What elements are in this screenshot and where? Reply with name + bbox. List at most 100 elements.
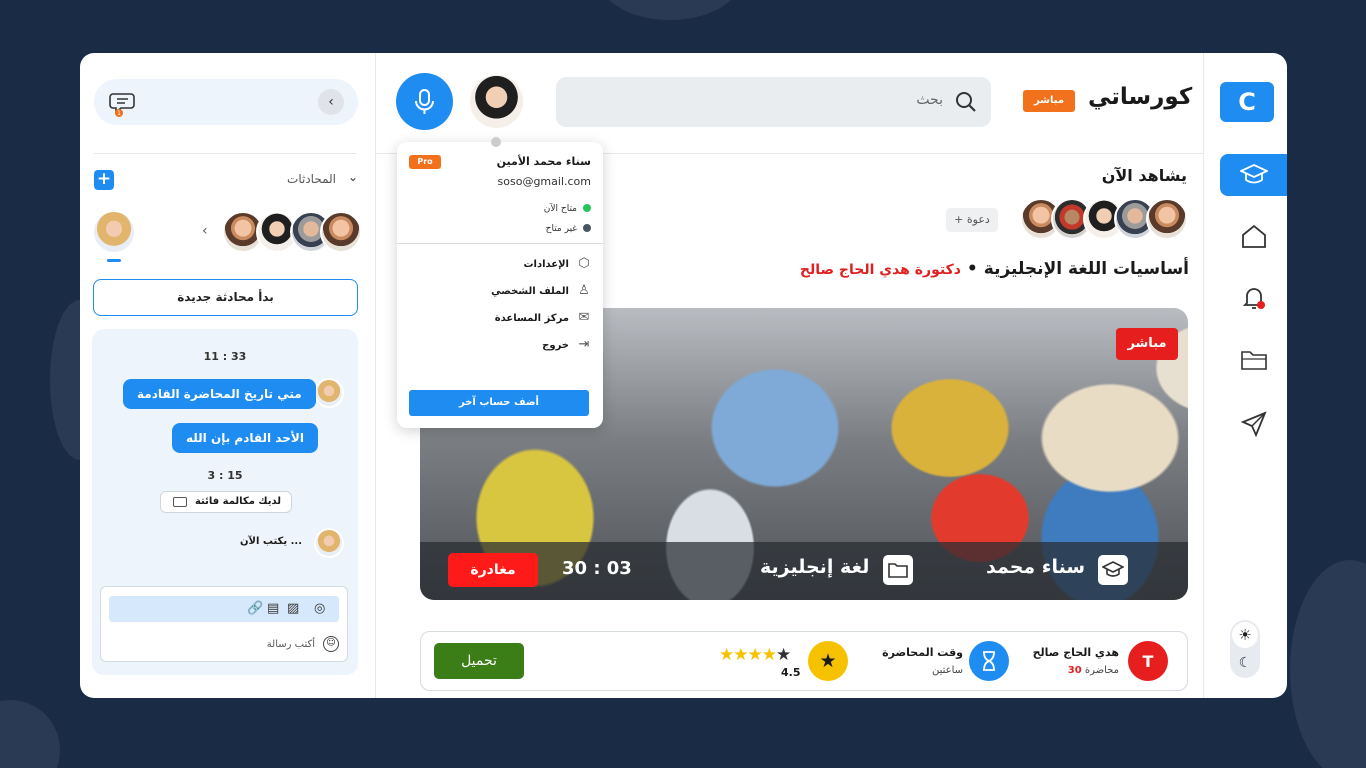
right-sidebar: C ☀ ☾ (1203, 53, 1287, 698)
status-unavailable[interactable]: غير متاح (546, 224, 591, 234)
conversations-header: + المحادثات ⌄ (94, 170, 358, 192)
profile-dropdown: Pro سناء محمد الأمين soso@gmail.com متاح… (397, 137, 603, 428)
star: ★ (719, 645, 734, 665)
avatar (314, 528, 344, 558)
profile-name: سناء محمد الأمين (496, 155, 591, 168)
star: ★ (761, 645, 777, 665)
paperclip-icon[interactable]: 🔗 (247, 601, 263, 616)
teacher-name[interactable]: هدي الحاج صالح (1021, 646, 1119, 659)
course-title: أساسيات اللغة الإنجليزية• دكتورة هدي الحا… (800, 259, 1189, 279)
dropdown-anchor (491, 137, 501, 147)
bell-icon (1242, 288, 1266, 309)
chat-header: 1 ‹ (94, 79, 358, 125)
attachment-toolbar: 🔗 ▤ ▨ ◎ (109, 596, 339, 622)
menu-item-logout[interactable]: خروج ⇥ (542, 337, 593, 352)
search-input[interactable]: بحث (916, 92, 943, 108)
sun-icon[interactable]: ☀ (1232, 622, 1258, 648)
star-icon: ★ (808, 641, 848, 681)
theme-toggle[interactable]: ☀ ☾ (1230, 620, 1260, 678)
lectures-label: محاضرة (1084, 665, 1119, 676)
microphone-button[interactable] (396, 73, 453, 130)
conversation-avatar[interactable] (320, 211, 362, 253)
instagram-icon[interactable]: ◎ (314, 601, 325, 616)
subject-label: لغة إنجليزية (760, 556, 870, 578)
invite-button[interactable]: + دعوة (946, 208, 998, 232)
teacher-name[interactable]: دكتورة هدي الحاج صالح (800, 262, 961, 278)
new-chat-button[interactable]: بدأ محادثة جديدة (93, 279, 358, 316)
conversations-label: المحادثات (287, 172, 336, 186)
emoji-icon[interactable]: ☺ (323, 636, 339, 652)
message-input[interactable]: أكتب رسالة (267, 639, 315, 650)
menu-item-settings[interactable]: الإعدادات ⬡ (523, 256, 593, 271)
nav-notifications[interactable] (1220, 277, 1287, 319)
bg-decoration (600, 0, 740, 20)
search-bar[interactable]: بحث (556, 77, 991, 127)
avatar-selected[interactable] (92, 210, 136, 254)
status-available[interactable]: متاح الآن (544, 204, 591, 214)
video-timer: 30 : 03 (562, 558, 632, 579)
app-logo[interactable]: C (1220, 82, 1274, 122)
course-name: أساسيات اللغة الإنجليزية (983, 259, 1189, 279)
star: ★ (733, 645, 748, 665)
divider (397, 243, 603, 244)
brand-name: كورساتي (1088, 84, 1193, 110)
lecture-time-title: وقت المحاضرة (882, 646, 963, 659)
lectures-count: محاضرة 30 (1021, 665, 1119, 676)
menu-label: الملف الشخصي (491, 286, 569, 297)
chevron-left-icon[interactable]: ‹ (318, 89, 344, 115)
video-camera-icon (173, 497, 187, 507)
message-time: 11 : 33 (203, 350, 247, 363)
profile-email: soso@gmail.com (497, 175, 591, 188)
lectures-number: 30 (1067, 665, 1082, 676)
viewer-avatar[interactable] (1146, 198, 1188, 240)
status-dot (583, 224, 591, 232)
message-bubble: متي تاريخ المحاضرة القادمة (123, 379, 316, 409)
nav-home[interactable] (1220, 215, 1287, 257)
menu-label: خروج (542, 340, 569, 351)
missed-call-text: لديك مكالمة فائتة (194, 496, 281, 507)
separator: • (966, 259, 978, 279)
download-button[interactable]: تحميل (434, 643, 524, 679)
help-chat-icon: ✉ (578, 310, 590, 325)
message-time: 3 : 15 (207, 469, 243, 482)
image-icon[interactable]: ▨ (287, 601, 299, 616)
menu-label: مركز المساعدة (494, 313, 569, 324)
lecture-info-card: تحميل ★★★★★ 4.5 ★ وقت المحاضرة ساعتين هد… (420, 631, 1188, 691)
moon-icon[interactable]: ☾ (1232, 650, 1258, 676)
nav-courses[interactable] (1220, 154, 1287, 196)
notification-count: 1 (117, 110, 121, 117)
logout-icon: ⇥ (578, 337, 590, 352)
folder-icon (883, 555, 913, 585)
graduation-cap-icon (1098, 555, 1128, 585)
menu-item-help[interactable]: مركز المساعدة ✉ (495, 310, 593, 325)
search-icon[interactable] (955, 91, 977, 113)
chevron-down-icon[interactable]: ⌄ (348, 170, 358, 184)
message-composer[interactable]: 🔗 ▤ ▨ ◎ أكتب رسالة ☺ (100, 586, 348, 662)
live-tag: مباشر (1116, 328, 1178, 360)
teacher-avatar: T (1128, 641, 1168, 681)
star: ★ (747, 645, 763, 665)
nav-send[interactable] (1220, 403, 1287, 445)
file-icon[interactable]: ▤ (267, 601, 279, 616)
hourglass-icon (969, 641, 1009, 681)
chat-thread: 11 : 33 متي تاريخ المحاضرة القادمة الأحد… (92, 329, 358, 675)
nav-files[interactable] (1220, 339, 1287, 381)
live-badge: مباشر (1023, 90, 1075, 112)
leave-button[interactable]: مغادرة (448, 553, 538, 587)
rating-stars: ★★★★★ (719, 645, 791, 665)
missed-call-notice[interactable]: لديك مكالمة فائتة (160, 491, 292, 513)
star: ★ (776, 645, 791, 665)
typing-indicator: يكتب الآن ... (239, 536, 302, 547)
chat-bubble-icon[interactable]: 1 (108, 87, 138, 117)
profile-avatar[interactable] (468, 73, 525, 130)
user-icon: ♙ (578, 283, 590, 298)
menu-item-profile[interactable]: الملف الشخصي ♙ (491, 283, 593, 298)
settings-icon: ⬡ (578, 256, 590, 271)
student-name: سناء محمد (986, 556, 1086, 578)
add-conversation-button[interactable]: + (94, 170, 114, 190)
folder-icon (1241, 351, 1267, 370)
chevron-left-icon[interactable]: ‹ (202, 223, 208, 239)
home-icon (1242, 224, 1266, 248)
divider (94, 153, 356, 154)
add-account-button[interactable]: أضف حساب آخر (409, 390, 589, 416)
